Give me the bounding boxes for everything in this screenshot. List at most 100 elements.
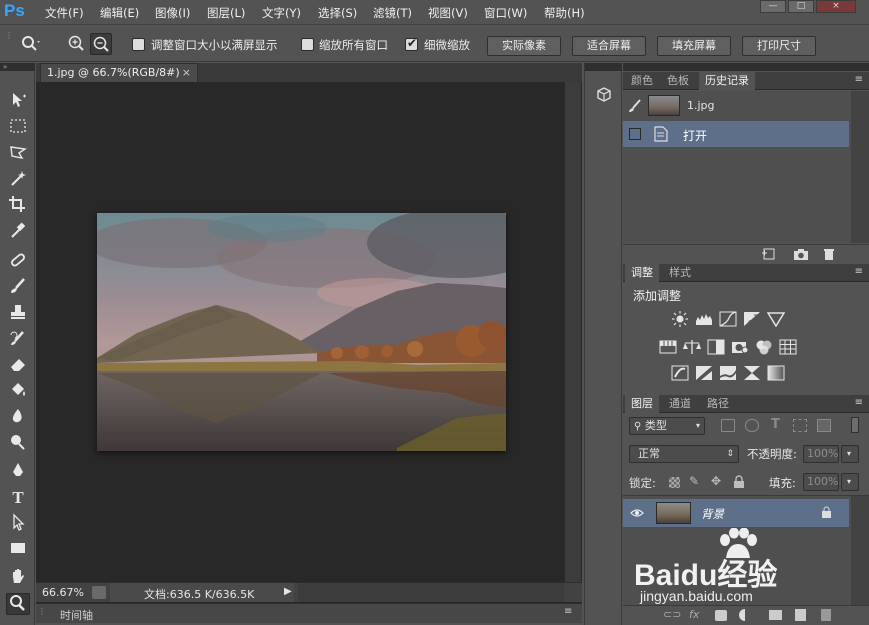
lock-image-pixels-icon[interactable]: ✎ bbox=[689, 474, 699, 488]
fill-screen-button[interactable]: 填充屏幕 bbox=[657, 36, 731, 56]
dodge-tool-icon[interactable] bbox=[6, 433, 30, 455]
tab-paths[interactable]: 路径 bbox=[701, 395, 735, 413]
document-image[interactable] bbox=[97, 213, 506, 451]
tab-history[interactable]: 历史记录 bbox=[699, 72, 755, 90]
pen-tool-icon[interactable] bbox=[6, 461, 30, 483]
color-balance-icon[interactable] bbox=[683, 339, 701, 355]
document-tab[interactable]: 1.jpg @ 66.7%(RGB/8#) × bbox=[40, 63, 198, 82]
history-snapshot-row[interactable]: 1.jpg bbox=[623, 93, 849, 119]
status-export-icon[interactable] bbox=[92, 586, 106, 599]
tab-channels[interactable]: 通道 bbox=[663, 395, 697, 413]
exposure-icon[interactable] bbox=[743, 311, 761, 327]
panel-dock-header[interactable] bbox=[623, 63, 869, 71]
path-selection-tool-icon[interactable] bbox=[6, 513, 30, 535]
lasso-tool-icon[interactable] bbox=[6, 143, 30, 165]
scrubby-zoom-checkbox[interactable]: ✔ bbox=[405, 36, 418, 51]
tab-layers[interactable]: 图层 bbox=[625, 395, 659, 413]
type-tool-icon[interactable]: T bbox=[6, 487, 30, 509]
timeline-menu-icon[interactable]: ≡ bbox=[564, 606, 572, 617]
levels-icon[interactable] bbox=[695, 311, 713, 327]
selective-color-icon[interactable] bbox=[743, 365, 761, 381]
history-state-row[interactable]: 打开 bbox=[623, 121, 849, 147]
resize-windows-checkbox[interactable] bbox=[132, 38, 145, 51]
filter-toggle-switch[interactable] bbox=[851, 417, 859, 433]
horizontal-scrollbar[interactable] bbox=[298, 583, 564, 602]
menu-help[interactable]: 帮助(H) bbox=[544, 5, 585, 21]
zoom-tool-icon[interactable] bbox=[6, 593, 30, 615]
rectangle-tool-icon[interactable] bbox=[6, 539, 30, 561]
gradient-map-icon[interactable] bbox=[767, 365, 785, 381]
minimize-button[interactable]: — bbox=[760, 0, 786, 13]
fill-field[interactable]: 100% bbox=[803, 473, 839, 491]
layers-scrollbar[interactable] bbox=[851, 496, 869, 605]
add-mask-icon[interactable] bbox=[715, 610, 727, 621]
filter-adjustment-icon[interactable] bbox=[745, 419, 759, 432]
curves-icon[interactable] bbox=[719, 311, 737, 327]
menu-file[interactable]: 文件(F) bbox=[45, 5, 84, 21]
panel-menu-icon[interactable]: ≡ bbox=[855, 266, 863, 277]
eyedropper-tool-icon[interactable] bbox=[6, 221, 30, 243]
zoom-tool-preset-icon[interactable] bbox=[20, 34, 42, 52]
channel-mixer-icon[interactable] bbox=[755, 339, 773, 355]
black-white-icon[interactable] bbox=[707, 339, 725, 355]
filter-smart-object-icon[interactable] bbox=[817, 419, 831, 432]
close-tab-icon[interactable]: × bbox=[182, 64, 191, 81]
fill-dropdown-icon[interactable]: ▾ bbox=[841, 473, 859, 491]
opacity-field[interactable]: 100% bbox=[803, 445, 839, 463]
opacity-dropdown-icon[interactable]: ▾ bbox=[841, 445, 859, 463]
tools-collapse-icon[interactable]: » bbox=[0, 63, 35, 71]
fit-screen-button[interactable]: 适合屏幕 bbox=[572, 36, 646, 56]
strip-header[interactable] bbox=[585, 63, 622, 71]
print-size-button[interactable]: 打印尺寸 bbox=[742, 36, 816, 56]
eye-visibility-icon[interactable] bbox=[630, 507, 644, 519]
menu-layer[interactable]: 图层(L) bbox=[207, 5, 245, 21]
delete-layer-trash-icon[interactable] bbox=[821, 609, 831, 621]
actual-pixels-button[interactable]: 实际像素 bbox=[487, 36, 561, 56]
new-adjustment-layer-icon[interactable] bbox=[739, 609, 751, 621]
paint-bucket-tool-icon[interactable] bbox=[6, 381, 30, 403]
timeline-label[interactable]: 时间轴 bbox=[60, 607, 93, 623]
panel-menu-icon[interactable]: ≡ bbox=[855, 397, 863, 408]
menu-filter[interactable]: 滤镜(T) bbox=[373, 5, 412, 21]
clone-stamp-tool-icon[interactable] bbox=[6, 303, 30, 325]
menu-edit[interactable]: 编辑(E) bbox=[100, 5, 139, 21]
lock-all-icon[interactable] bbox=[733, 475, 745, 489]
tab-swatches[interactable]: 色板 bbox=[661, 72, 695, 90]
zoom-level[interactable]: 66.67% bbox=[42, 586, 84, 599]
magic-wand-tool-icon[interactable] bbox=[6, 169, 30, 191]
filter-shape-icon[interactable] bbox=[793, 419, 807, 432]
color-lookup-icon[interactable] bbox=[779, 339, 797, 355]
camera-snapshot-icon[interactable] bbox=[793, 247, 809, 261]
menu-window[interactable]: 窗口(W) bbox=[484, 5, 527, 21]
tab-adjustments[interactable]: 调整 bbox=[625, 264, 659, 282]
close-button[interactable]: × bbox=[816, 0, 856, 13]
brightness-contrast-icon[interactable] bbox=[671, 311, 689, 327]
new-layer-icon[interactable] bbox=[795, 609, 806, 621]
history-scrollbar[interactable] bbox=[851, 91, 869, 243]
invert-icon[interactable] bbox=[671, 365, 689, 381]
hue-saturation-icon[interactable] bbox=[659, 339, 677, 355]
new-group-folder-icon[interactable] bbox=[769, 610, 782, 620]
menu-select[interactable]: 选择(S) bbox=[318, 5, 357, 21]
threshold-icon[interactable] bbox=[719, 365, 737, 381]
zoom-all-windows-checkbox[interactable] bbox=[301, 38, 314, 51]
3d-panel-icon[interactable] bbox=[594, 85, 614, 105]
marquee-tool-icon[interactable] bbox=[6, 117, 30, 139]
filter-pixel-icon[interactable] bbox=[721, 419, 735, 432]
layer-name[interactable]: 背景 bbox=[701, 506, 724, 522]
blend-mode-dropdown[interactable]: 正常 ⇕ bbox=[629, 445, 739, 463]
blur-tool-icon[interactable] bbox=[6, 407, 30, 429]
lock-position-icon[interactable]: ✥ bbox=[711, 474, 721, 488]
set-history-source-brush-icon[interactable] bbox=[627, 98, 643, 114]
maximize-button[interactable]: □ bbox=[788, 0, 814, 13]
lock-transparent-pixels-icon[interactable] bbox=[669, 477, 680, 488]
tab-styles[interactable]: 样式 bbox=[663, 264, 697, 282]
vibrance-icon[interactable] bbox=[767, 311, 785, 327]
history-brush-tool-icon[interactable] bbox=[6, 329, 30, 351]
trash-icon[interactable] bbox=[821, 247, 837, 261]
panel-menu-icon[interactable]: ≡ bbox=[855, 74, 863, 85]
eraser-tool-icon[interactable] bbox=[6, 355, 30, 377]
menu-view[interactable]: 视图(V) bbox=[428, 5, 468, 21]
timeline-panel-bar[interactable]: ⋮ 时间轴 ≡ bbox=[36, 603, 582, 623]
posterize-icon[interactable] bbox=[695, 365, 713, 381]
